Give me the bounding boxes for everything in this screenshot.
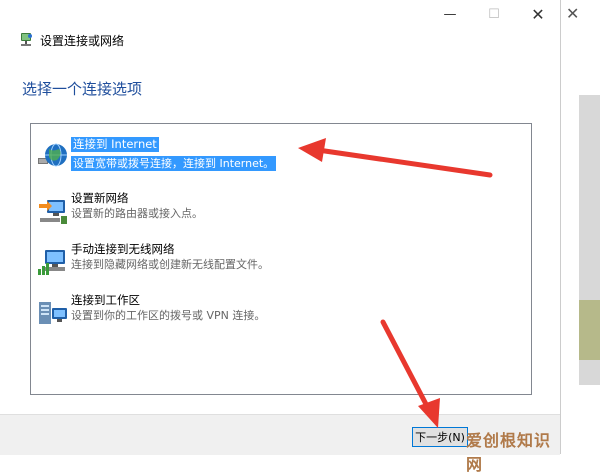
- option-connect-internet[interactable]: 连接到 Internet 设置宽带或拨号连接，连接到 Internet。: [37, 136, 507, 176]
- option-new-network[interactable]: 设置新网络 设置新的路由器或接入点。: [37, 190, 507, 230]
- network-setup-icon: [21, 33, 32, 46]
- option-description: 设置到你的工作区的拨号或 VPN 连接。: [71, 309, 266, 322]
- minimize-button[interactable]: —: [428, 0, 472, 28]
- option-title: 设置新网络: [71, 191, 129, 205]
- option-title: 连接到工作区: [71, 293, 140, 307]
- dialog-title: 设置连接或网络: [40, 33, 125, 48]
- background-window-edge: ✕: [560, 0, 600, 454]
- globe-network-icon: [38, 143, 67, 167]
- option-description: 设置宽带或拨号连接，连接到 Internet。: [71, 156, 277, 171]
- option-title: 手动连接到无线网络: [71, 242, 175, 256]
- option-title: 连接到 Internet: [71, 137, 159, 152]
- new-network-icon: [39, 200, 67, 224]
- background-close-icon[interactable]: ✕: [566, 4, 579, 23]
- title-bar: — ☐ ✕: [0, 0, 560, 30]
- option-connect-workplace[interactable]: 连接到工作区 设置到你的工作区的拨号或 VPN 连接。: [37, 292, 507, 332]
- workplace-network-icon: [39, 302, 67, 324]
- dialog-header: 设置连接或网络: [18, 30, 124, 50]
- page-heading: 选择一个连接选项: [22, 80, 143, 98]
- connection-options-list[interactable]: 连接到 Internet 设置宽带或拨号连接，连接到 Internet。 设置新…: [30, 123, 532, 395]
- option-description: 设置新的路由器或接入点。: [71, 207, 203, 220]
- background-image-fragment: [579, 300, 600, 360]
- next-button[interactable]: 下一步(N): [412, 427, 468, 447]
- watermark: 爱创根知识网: [466, 431, 552, 474]
- connection-wizard-window: — ☐ ✕ 设置连接或网络 选择一个连接选项 连接到 Internet 设置宽带…: [0, 0, 560, 474]
- option-manual-wireless[interactable]: 手动连接到无线网络 连接到隐藏网络或创建新无线配置文件。: [37, 241, 507, 281]
- wireless-network-icon: [38, 250, 65, 275]
- maximize-button[interactable]: ☐: [472, 0, 516, 28]
- close-button[interactable]: ✕: [516, 0, 560, 28]
- option-description: 连接到隐藏网络或创建新无线配置文件。: [71, 258, 269, 271]
